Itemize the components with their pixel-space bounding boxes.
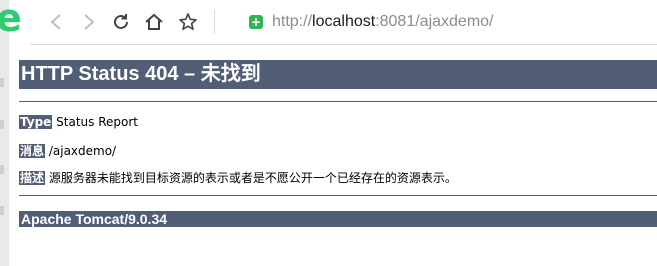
- url-rest: :8081/ajaxdemo/: [375, 13, 494, 30]
- browser-toolbar: + http://localhost:8081/ajaxdemo/: [30, 0, 657, 45]
- home-icon[interactable]: [142, 10, 166, 34]
- sidebar-mark: [0, 120, 4, 129]
- browser-logo[interactable]: e: [0, 0, 30, 40]
- address-divider: [214, 10, 215, 34]
- page-content: HTTP Status 404 – 未找到 Type Status Report…: [19, 44, 657, 227]
- url-host: localhost: [312, 13, 376, 30]
- url-prefix: http://: [272, 13, 313, 30]
- back-icon[interactable]: [44, 10, 68, 34]
- reload-icon[interactable]: [109, 10, 133, 34]
- message-row: 消息 /ajaxdemo/: [19, 142, 116, 159]
- type-row: Type Status Report: [19, 115, 138, 129]
- type-label: Type: [19, 115, 53, 129]
- page-title: HTTP Status 404 – 未找到: [19, 60, 657, 89]
- footer-divider: [19, 195, 657, 196]
- browser-logo-letter: e: [0, 0, 22, 40]
- description-label: 描述: [19, 171, 46, 185]
- description-value: 源服务器未能找到目标资源的表示或者是不愿公开一个已经存在的资源表示。: [48, 171, 457, 185]
- address-bar[interactable]: http://localhost:8081/ajaxdemo/: [272, 13, 494, 31]
- star-icon[interactable]: [176, 10, 200, 34]
- message-label: 消息: [19, 144, 46, 158]
- server-footer: Apache Tomcat/9.0.34: [19, 211, 657, 227]
- secure-icon[interactable]: +: [249, 15, 263, 29]
- sidebar-mark: [0, 206, 4, 215]
- message-value: /ajaxdemo/: [48, 144, 117, 158]
- type-value: Status Report: [56, 115, 138, 129]
- sidebar-mark: [0, 78, 4, 87]
- title-divider: [19, 101, 657, 102]
- description-row: 描述 源服务器未能找到目标资源的表示或者是不愿公开一个已经存在的资源表示。: [19, 169, 457, 186]
- forward-icon[interactable]: [77, 10, 101, 34]
- sidebar-mark: [0, 165, 4, 174]
